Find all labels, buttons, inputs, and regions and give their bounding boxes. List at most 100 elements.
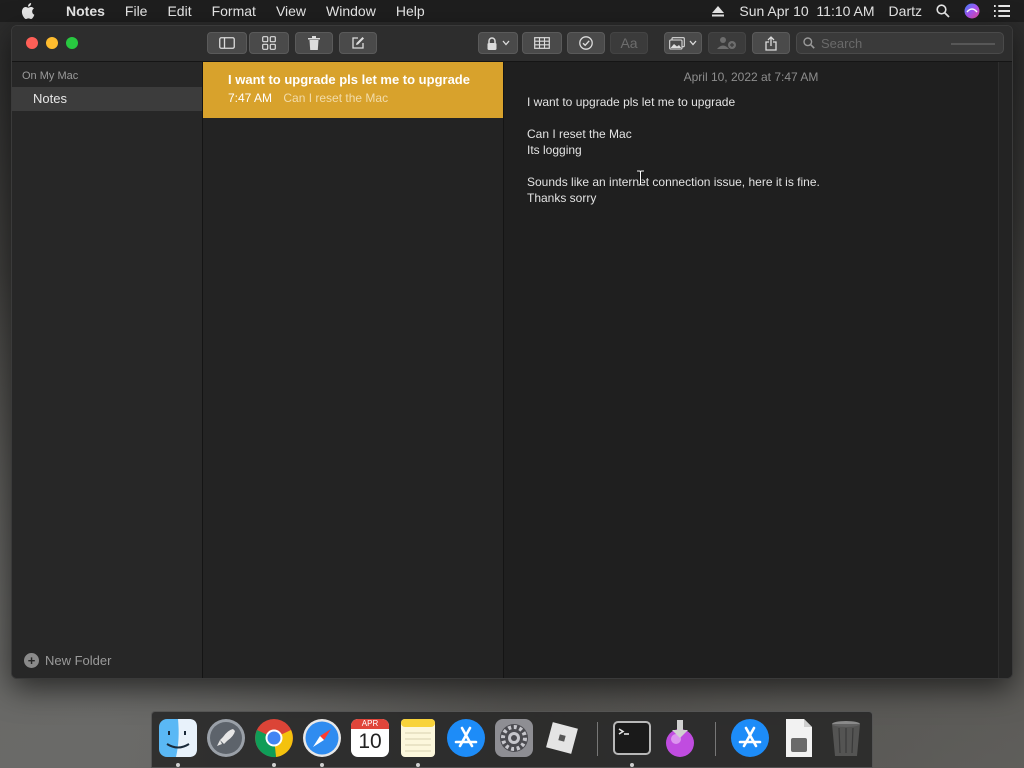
menu-bar: Notes File Edit Format View Window Help …	[0, 0, 1024, 22]
app-store-icon	[447, 719, 485, 757]
checklist-button[interactable]	[567, 32, 605, 54]
terminal-icon	[613, 721, 651, 755]
note-line: Its logging	[527, 143, 582, 157]
note-preview: Can I reset the Mac	[283, 91, 389, 105]
add-people-button[interactable]	[708, 32, 746, 54]
new-folder-button[interactable]: + New Folder	[24, 653, 111, 668]
dock-system-preferences[interactable]	[494, 718, 534, 758]
menu-format[interactable]: Format	[202, 0, 266, 22]
dock-chrome[interactable]	[254, 718, 294, 758]
folders-sidebar: On My Mac Notes + New Folder	[12, 62, 203, 678]
dock-trash[interactable]	[826, 718, 866, 758]
gallery-view-button[interactable]	[249, 32, 289, 54]
search-scope-indicator	[951, 43, 995, 45]
trash-icon	[832, 721, 860, 756]
new-folder-label: New Folder	[45, 653, 112, 668]
search-icon	[803, 37, 815, 49]
dock-separator	[597, 722, 598, 756]
note-blank-line	[527, 158, 820, 174]
compose-note-button[interactable]	[339, 32, 377, 54]
dock-app-store-2[interactable]	[730, 718, 770, 758]
dock-safari[interactable]	[302, 718, 342, 758]
insert-media-button[interactable]	[664, 32, 702, 54]
clock-text[interactable]: Sun Apr 10 11:10 AM	[739, 0, 874, 22]
dock-launchpad[interactable]	[206, 718, 246, 758]
running-indicator	[416, 763, 420, 767]
table-icon	[534, 37, 550, 49]
note-line: Can I reset the Mac	[527, 127, 632, 141]
search-field[interactable]	[796, 32, 1004, 54]
toggle-sidebar-button[interactable]	[207, 32, 247, 54]
search-input[interactable]	[821, 35, 941, 51]
eject-icon[interactable]	[711, 0, 725, 22]
gear-icon	[495, 719, 533, 757]
sidebar-section-title: On My Mac	[22, 70, 79, 82]
share-icon	[765, 35, 777, 51]
menu-window[interactable]: Window	[316, 0, 386, 22]
format-text-button[interactable]: Aa	[610, 32, 648, 54]
running-indicator	[320, 763, 324, 767]
note-list-item[interactable]: I want to upgrade pls let me to upgrade …	[203, 62, 503, 118]
finder-icon	[159, 719, 197, 757]
sidebar-item-notes[interactable]: Notes	[12, 87, 202, 111]
calendar-month: APR	[351, 719, 389, 729]
dock-document[interactable]	[778, 718, 818, 758]
dock-finder[interactable]	[158, 718, 198, 758]
title-bar: Aa	[12, 26, 1012, 62]
notes-list: I want to upgrade pls let me to upgrade …	[203, 62, 504, 678]
note-line: I want to upgrade pls let me to upgrade	[527, 95, 736, 109]
note-title: I want to upgrade pls let me to upgrade	[228, 72, 470, 87]
dock-calendar[interactable]: APR 10	[350, 718, 390, 758]
menu-help[interactable]: Help	[386, 0, 435, 22]
dock-separator	[715, 722, 716, 756]
dock-app-store[interactable]	[446, 718, 486, 758]
note-time: 7:47 AM	[228, 91, 273, 105]
share-button[interactable]	[752, 32, 790, 54]
dock-notes[interactable]	[398, 718, 438, 758]
siri-icon[interactable]	[964, 0, 980, 22]
compose-icon	[352, 37, 364, 49]
document-icon	[786, 719, 812, 757]
editor-scrollbar[interactable]	[998, 62, 1012, 678]
delete-note-button[interactable]	[295, 32, 333, 54]
zoom-window-button[interactable]	[66, 37, 78, 49]
grid-icon	[262, 36, 276, 50]
menu-app-notes[interactable]: Notes	[56, 0, 115, 22]
note-date: April 10, 2022 at 7:47 AM	[683, 70, 819, 84]
menu-file[interactable]: File	[115, 0, 158, 22]
running-indicator	[176, 763, 180, 767]
insert-table-button[interactable]	[522, 32, 562, 54]
calendar-icon: APR 10	[351, 719, 389, 757]
note-meta: 7:47 AM Can I reset the Mac	[228, 91, 503, 105]
sidebar-icon	[219, 37, 235, 49]
note-body[interactable]: I want to upgrade pls let me to upgrade …	[527, 94, 820, 206]
chevron-down-icon	[502, 40, 510, 46]
menu-extras: Sun Apr 10 11:10 AM Dartz	[711, 0, 1024, 22]
dock-terminal[interactable]	[612, 718, 652, 758]
control-center-icon[interactable]	[994, 0, 1010, 22]
photo-icon	[669, 36, 685, 50]
roblox-icon	[546, 722, 578, 754]
note-line: Sounds like an internet connection issue…	[527, 175, 820, 189]
minimize-window-button[interactable]	[46, 37, 58, 49]
launchpad-icon	[207, 719, 245, 757]
dock-installer[interactable]	[660, 718, 700, 758]
lock-note-button[interactable]	[478, 32, 518, 54]
spotlight-search-icon[interactable]	[936, 0, 950, 22]
dock-roblox[interactable]	[542, 718, 582, 758]
running-indicator	[630, 763, 634, 767]
running-indicator	[272, 763, 276, 767]
user-name[interactable]: Dartz	[889, 0, 922, 22]
apple-menu[interactable]	[0, 0, 56, 22]
notes-icon	[401, 719, 435, 757]
safari-icon	[303, 719, 341, 757]
note-blank-line	[527, 110, 820, 126]
menu-edit[interactable]: Edit	[157, 0, 201, 22]
installer-icon	[666, 720, 694, 757]
close-window-button[interactable]	[26, 37, 38, 49]
plus-circle-icon: +	[24, 653, 39, 668]
apple-icon	[21, 3, 35, 19]
menu-view[interactable]: View	[266, 0, 316, 22]
note-line: Thanks sorry	[527, 191, 597, 205]
note-editor[interactable]: April 10, 2022 at 7:47 AM I want to upgr…	[504, 62, 998, 678]
